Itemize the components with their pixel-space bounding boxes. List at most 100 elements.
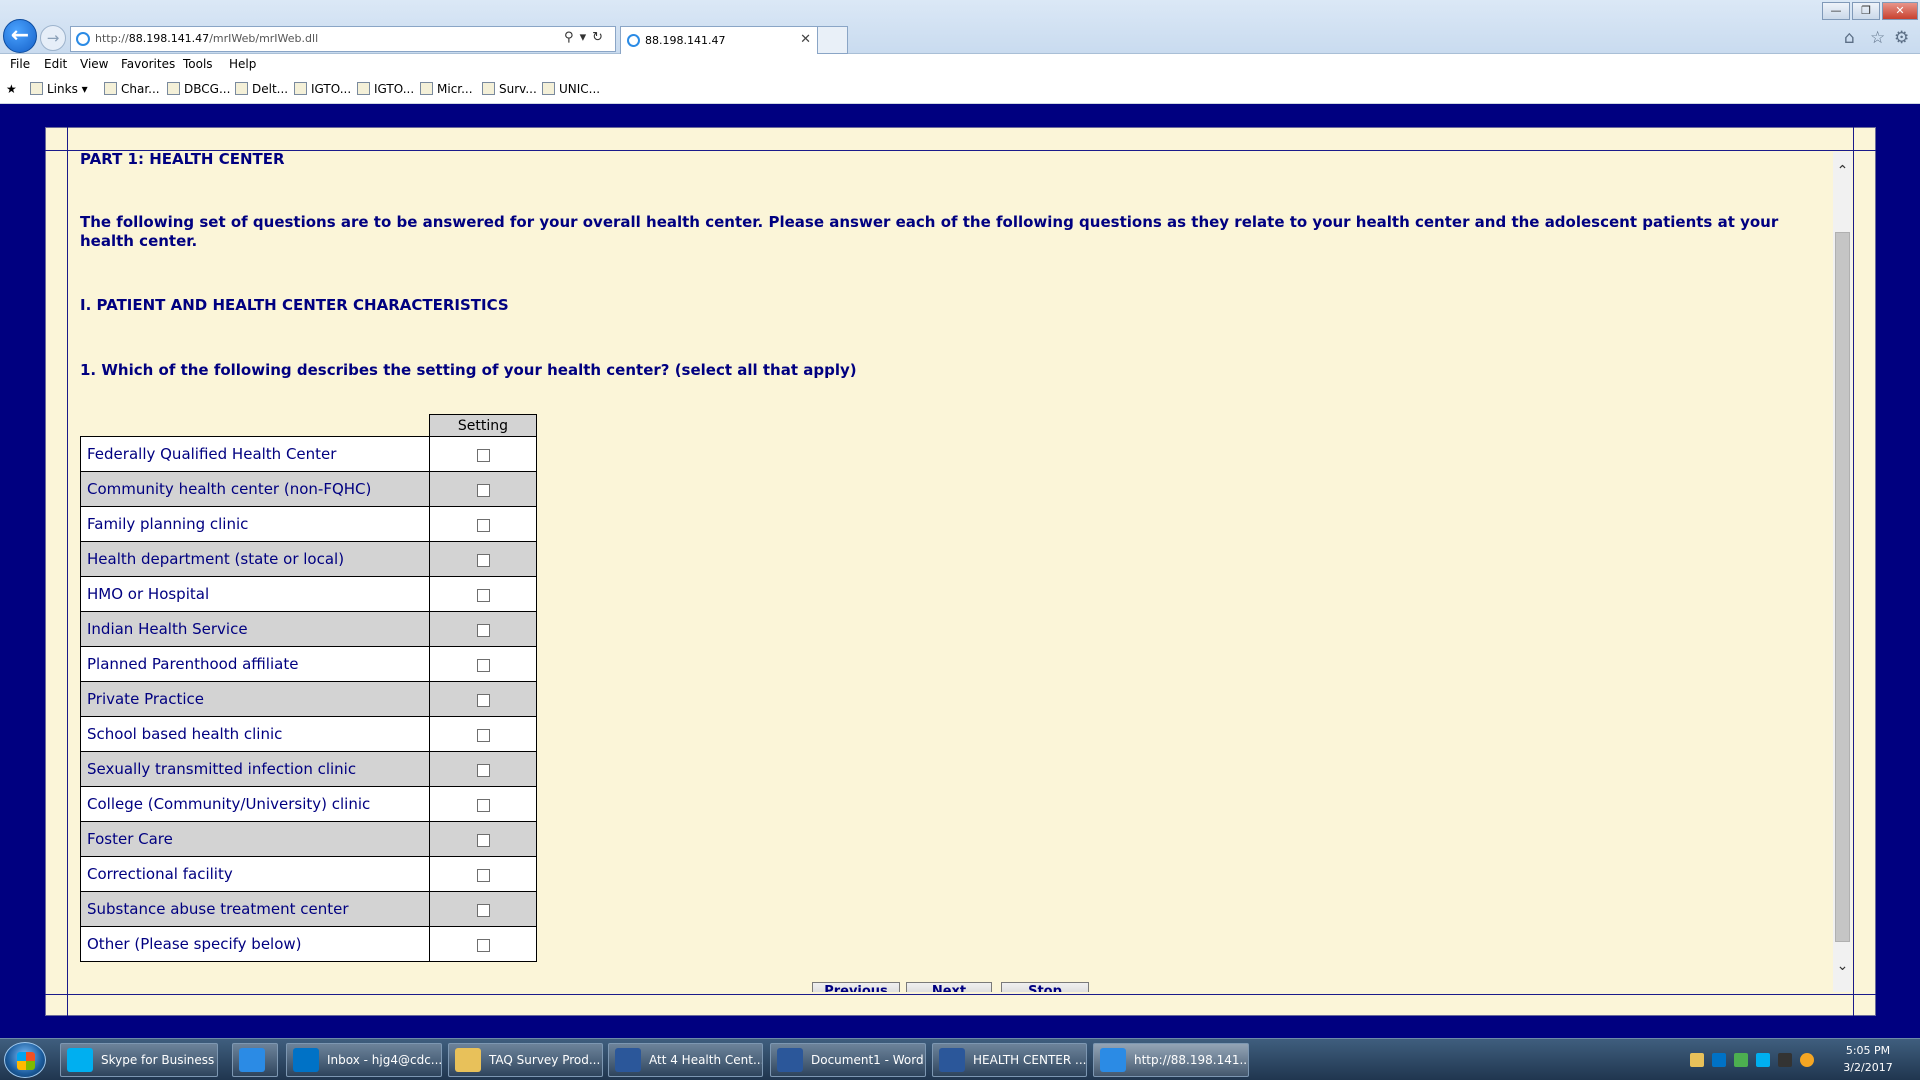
option-label: Substance abuse treatment center <box>80 891 430 927</box>
fav-item[interactable]: IGTO... <box>357 82 414 96</box>
taskbar-item[interactable]: Document1 - Word <box>770 1043 926 1077</box>
option-label: Private Practice <box>80 681 430 717</box>
option-cell <box>429 471 537 507</box>
menu-favorites[interactable]: Favorites <box>121 57 175 71</box>
taskbar-item[interactable]: HEALTH CENTER ... <box>932 1043 1087 1077</box>
taskbar-item[interactable]: TAQ Survey Prod... <box>448 1043 603 1077</box>
menu-file[interactable]: File <box>10 57 30 71</box>
scroll-down-arrow-icon[interactable]: ⌄ <box>1833 958 1852 976</box>
menu-help[interactable]: Help <box>229 57 256 71</box>
grid-row: Other (Please specify below) <box>80 926 537 962</box>
skype-tray-icon[interactable] <box>1756 1053 1770 1067</box>
next-button[interactable]: Next <box>906 982 992 992</box>
taskbar: Skype for Business Inbox - hjg4@cdc... TAQ… <box>0 1038 1920 1080</box>
grid-row: Sexually transmitted infection clinic <box>80 751 537 787</box>
menu-tools[interactable]: Tools <box>183 57 213 71</box>
setting-checkbox[interactable] <box>476 833 490 847</box>
fav-item[interactable]: Micr... <box>420 82 473 96</box>
grid-row: Substance abuse treatment center <box>80 891 537 927</box>
survey-icon <box>482 82 495 95</box>
frame-divider <box>67 127 68 1016</box>
start-button[interactable] <box>4 1042 46 1078</box>
setting-checkbox[interactable] <box>476 553 490 567</box>
setting-checkbox[interactable] <box>476 693 490 707</box>
tab-title: 88.198.141.47 <box>645 34 726 47</box>
menu-edit[interactable]: Edit <box>44 57 67 71</box>
word-icon <box>939 1048 965 1072</box>
setting-checkbox[interactable] <box>476 588 490 602</box>
gear-icon[interactable]: ⚙ <box>1894 28 1909 48</box>
option-cell <box>429 821 537 857</box>
grid-row: School based health clinic <box>80 716 537 752</box>
setting-column-header: Setting <box>429 414 537 437</box>
home-icon[interactable]: ⌂ <box>1844 28 1855 48</box>
check-icon[interactable] <box>1734 1053 1748 1067</box>
word-icon <box>615 1048 641 1072</box>
taskbar-item-label: Document1 - Word <box>811 1053 924 1067</box>
favorites-star-icon[interactable]: ☆ <box>1870 28 1885 48</box>
option-cell <box>429 576 537 612</box>
setting-checkbox[interactable] <box>476 903 490 917</box>
fav-item[interactable]: Char... <box>104 82 160 96</box>
setting-checkbox[interactable] <box>476 728 490 742</box>
setting-checkbox[interactable] <box>476 798 490 812</box>
setting-checkbox[interactable] <box>476 938 490 952</box>
taskbar-item-label: http://88.198.141.... <box>1134 1053 1249 1067</box>
fav-item[interactable]: Delt... <box>235 82 288 96</box>
previous-button[interactable]: Previous <box>812 982 900 992</box>
taskbar-item[interactable]: Inbox - hjg4@cdc... <box>286 1043 442 1077</box>
refresh-icon[interactable]: ↻ <box>592 30 609 45</box>
part-title: PART 1: HEALTH CENTER <box>80 150 285 168</box>
setting-checkbox[interactable] <box>476 763 490 777</box>
scroll-up-arrow-icon[interactable]: ⌃ <box>1833 163 1852 181</box>
address-url[interactable]: http://88.198.141.47/mrIWeb/mrIWeb.dll <box>95 32 318 45</box>
setting-checkbox[interactable] <box>476 623 490 637</box>
address-bar[interactable]: http://88.198.141.47/mrIWeb/mrIWeb.dll ⚲… <box>70 26 616 52</box>
fav-links[interactable]: Links ▾ <box>30 82 88 96</box>
setting-checkbox[interactable] <box>476 658 490 672</box>
fav-item[interactable]: Surv... <box>482 82 537 96</box>
fav-item[interactable]: DBCG... <box>167 82 230 96</box>
option-cell <box>429 926 537 962</box>
fav-item[interactable]: IGTO... <box>294 82 351 96</box>
close-tab-icon[interactable]: ✕ <box>800 32 811 47</box>
forward-button[interactable]: → <box>40 25 66 51</box>
close-window-button[interactable]: ✕ <box>1882 2 1918 20</box>
setting-checkbox[interactable] <box>476 483 490 497</box>
taskbar-item[interactable]: Skype for Business <box>60 1043 218 1077</box>
scrollbar-thumb[interactable] <box>1835 232 1850 942</box>
taskbar-item[interactable]: Att 4 Health Cent... <box>608 1043 763 1077</box>
setting-checkbox[interactable] <box>476 868 490 882</box>
setting-checkbox[interactable] <box>476 518 490 532</box>
fav-label: Char... <box>121 82 160 96</box>
url-path: /mrIWeb/mrIWeb.dll <box>209 32 319 45</box>
taskbar-clock[interactable]: 5:05 PM 3/2/2017 <box>1838 1042 1898 1076</box>
option-cell <box>429 646 537 682</box>
taskbar-item[interactable]: http://88.198.141.... <box>1093 1043 1249 1077</box>
grid-row: Community health center (non-FQHC) <box>80 471 537 507</box>
stop-button[interactable]: Stop <box>1001 982 1089 992</box>
network-icon[interactable] <box>1778 1053 1792 1067</box>
back-button[interactable]: ← <box>3 19 37 53</box>
favorites-add-icon[interactable]: ★ <box>6 82 17 96</box>
fav-item[interactable]: UNIC... <box>542 82 600 96</box>
option-label: HMO or Hospital <box>80 576 430 612</box>
grid-row: Correctional facility <box>80 856 537 892</box>
menu-view[interactable]: View <box>80 57 108 71</box>
setting-checkbox[interactable] <box>476 448 490 462</box>
browser-tab[interactable]: 88.198.141.47 ✕ <box>620 26 818 54</box>
option-cell <box>429 786 537 822</box>
update-icon[interactable] <box>1800 1053 1814 1067</box>
taskbar-item-label: HEALTH CENTER ... <box>973 1053 1087 1067</box>
taskbar-item[interactable] <box>232 1043 278 1077</box>
restore-button[interactable]: ❐ <box>1852 2 1880 20</box>
dropdown-arrow-icon[interactable]: ▾ <box>580 30 593 45</box>
option-cell <box>429 541 537 577</box>
minimize-button[interactable]: — <box>1822 2 1850 20</box>
new-tab-button[interactable] <box>818 26 848 54</box>
page-icon <box>104 82 117 95</box>
mail-icon[interactable] <box>1690 1053 1704 1067</box>
fav-label: Delt... <box>252 82 289 96</box>
outlook-tray-icon[interactable] <box>1712 1053 1726 1067</box>
search-icon[interactable]: ⚲ <box>564 30 580 45</box>
